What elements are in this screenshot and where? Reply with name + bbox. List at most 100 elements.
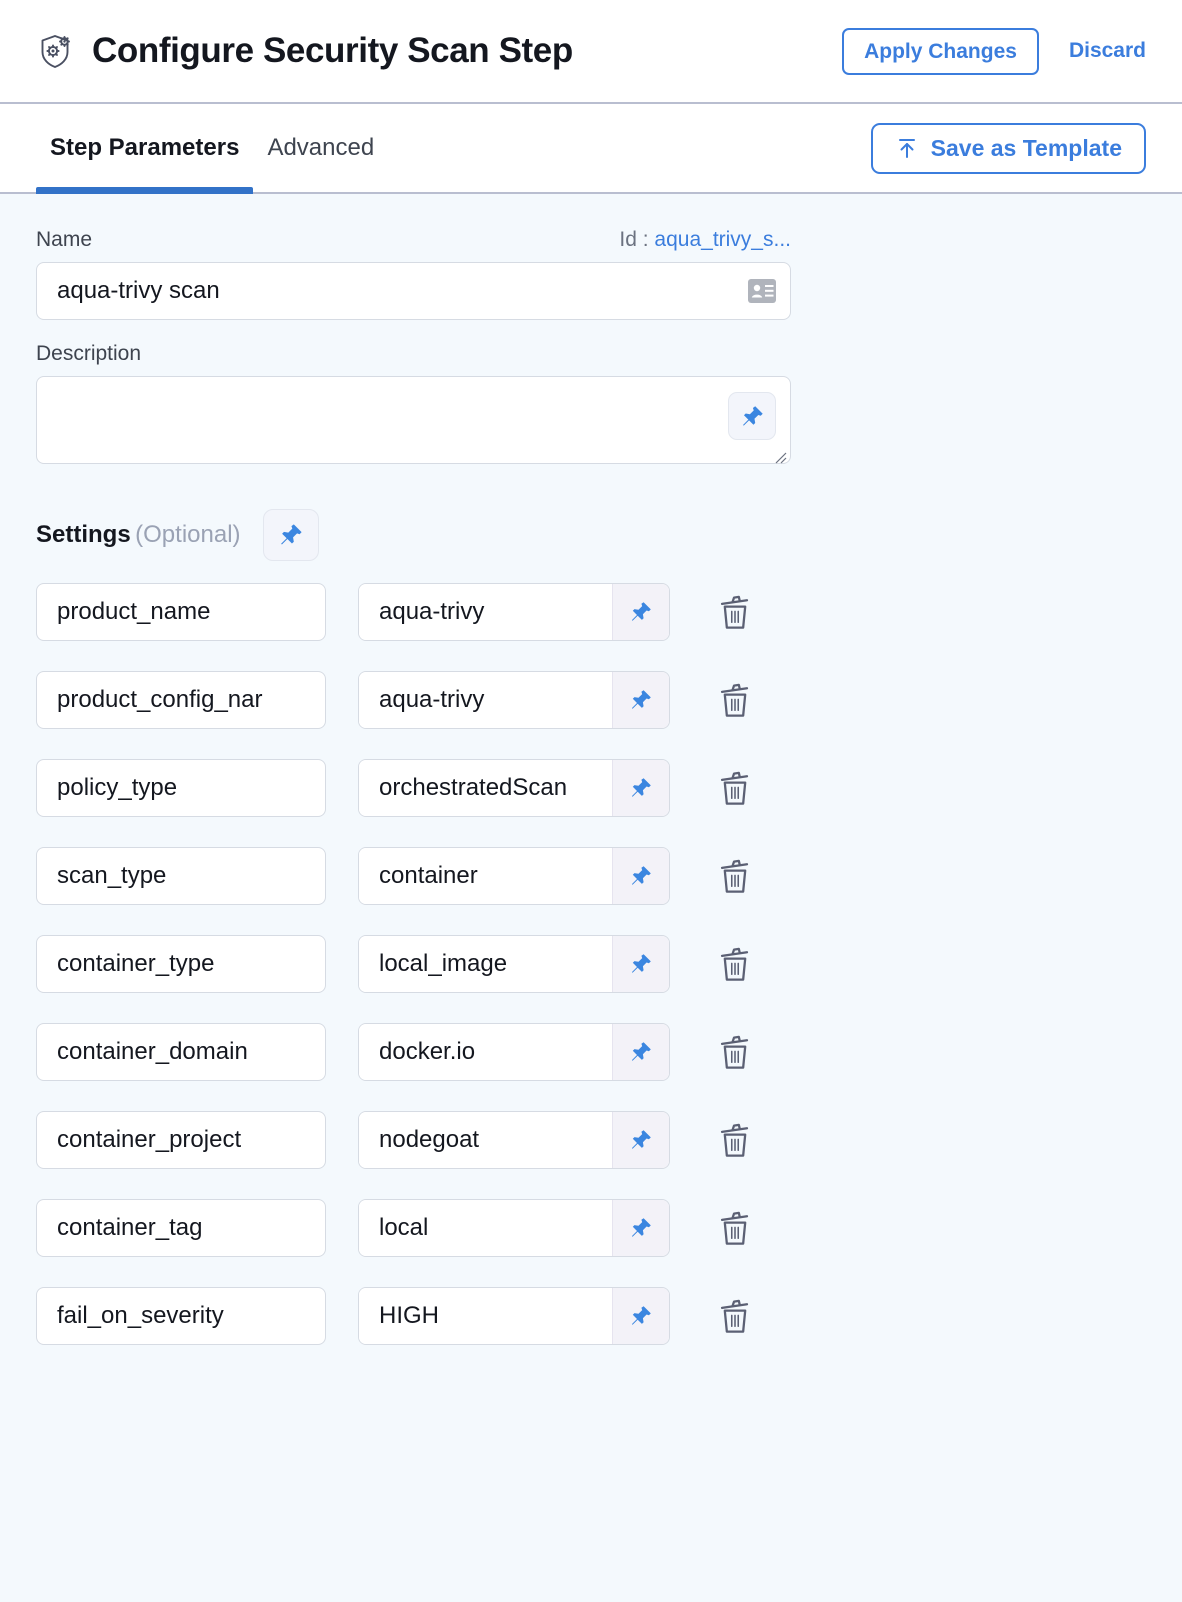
tab-bar: Step Parameters Advanced Save as Templat…: [0, 104, 1182, 194]
setting-pin-button[interactable]: [612, 760, 669, 816]
tab-list: Step Parameters Advanced: [36, 104, 388, 194]
id-value-link[interactable]: aqua_trivy_s...: [654, 228, 791, 251]
setting-value-group: [358, 847, 670, 905]
name-input-wrap: [36, 262, 791, 320]
setting-delete-button[interactable]: [714, 853, 756, 899]
setting-value-group: [358, 759, 670, 817]
setting-value-input[interactable]: [359, 1288, 612, 1344]
setting-pin-button[interactable]: [612, 1200, 669, 1256]
setting-value-group: [358, 935, 670, 993]
tab-step-parameters[interactable]: Step Parameters: [36, 104, 254, 194]
setting-key-input[interactable]: [36, 583, 326, 641]
save-as-template-label: Save as Template: [930, 134, 1122, 161]
setting-pin-button[interactable]: [612, 1112, 669, 1168]
setting-delete-button[interactable]: [714, 1029, 756, 1075]
setting-value-input[interactable]: [359, 584, 612, 640]
setting-value-group: [358, 1287, 670, 1345]
trash-icon: [718, 594, 752, 630]
setting-delete-button[interactable]: [714, 1293, 756, 1339]
name-input[interactable]: [36, 262, 791, 320]
id-card-icon[interactable]: [747, 278, 777, 304]
setting-row: [36, 1111, 1146, 1169]
setting-row: [36, 1023, 1146, 1081]
setting-value-input[interactable]: [359, 1024, 612, 1080]
setting-row: [36, 671, 1146, 729]
setting-delete-button[interactable]: [714, 677, 756, 723]
setting-value-group: [358, 1111, 670, 1169]
settings-title-group: Settings (Optional): [36, 521, 241, 549]
setting-row: [36, 1199, 1146, 1257]
page-title: Configure Security Scan Step: [92, 31, 573, 70]
name-label: Name: [36, 228, 93, 251]
setting-row: [36, 759, 1146, 817]
setting-delete-button[interactable]: [714, 941, 756, 987]
setting-key-input[interactable]: [36, 759, 326, 817]
setting-pin-button[interactable]: [612, 936, 669, 992]
name-field-header: Name Id : aqua_trivy_s...: [36, 228, 791, 252]
trash-icon: [718, 770, 752, 806]
pushpin-icon: [740, 404, 765, 429]
pushpin-icon: [629, 688, 653, 712]
setting-key-input[interactable]: [36, 1023, 326, 1081]
setting-row: [36, 847, 1146, 905]
trash-icon: [718, 946, 752, 982]
description-pin-button[interactable]: [728, 392, 776, 440]
trash-icon: [718, 858, 752, 894]
tab-advanced[interactable]: Advanced: [253, 104, 388, 192]
pushpin-icon: [629, 1304, 653, 1328]
settings-rows: [36, 583, 1146, 1345]
settings-pin-button[interactable]: [262, 509, 319, 561]
pushpin-icon: [629, 864, 653, 888]
app-header: Configure Security Scan Step Apply Chang…: [0, 0, 1182, 104]
setting-value-group: [358, 583, 670, 641]
setting-key-input[interactable]: [36, 935, 326, 993]
setting-delete-button[interactable]: [714, 1205, 756, 1251]
form-content: Name Id : aqua_trivy_s... Des: [0, 194, 1182, 1345]
apply-changes-button[interactable]: Apply Changes: [842, 27, 1039, 75]
setting-pin-button[interactable]: [612, 848, 669, 904]
setting-pin-button[interactable]: [612, 1024, 669, 1080]
discard-button[interactable]: Discard: [1069, 39, 1146, 63]
setting-delete-button[interactable]: [714, 589, 756, 635]
setting-key-input[interactable]: [36, 1199, 326, 1257]
settings-header: Settings (Optional): [36, 509, 1146, 561]
setting-key-input[interactable]: [36, 1111, 326, 1169]
setting-key-input[interactable]: [36, 1287, 326, 1345]
setting-value-group: [358, 671, 670, 729]
setting-value-input[interactable]: [359, 848, 612, 904]
settings-title: Settings: [36, 521, 131, 548]
description-input-wrap: [36, 376, 791, 469]
setting-pin-button[interactable]: [612, 1288, 669, 1344]
shield-gear-icon: [36, 31, 76, 71]
save-as-template-button[interactable]: Save as Template: [870, 122, 1146, 174]
setting-value-input[interactable]: [359, 1112, 612, 1168]
id-label: Id :: [619, 228, 649, 251]
pushpin-icon: [629, 600, 653, 624]
setting-delete-button[interactable]: [714, 1117, 756, 1163]
description-textarea[interactable]: [36, 376, 791, 464]
setting-row: [36, 935, 1146, 993]
setting-value-input[interactable]: [359, 936, 612, 992]
trash-icon: [718, 1210, 752, 1246]
setting-key-input[interactable]: [36, 847, 326, 905]
pushpin-icon: [629, 776, 653, 800]
setting-delete-button[interactable]: [714, 765, 756, 811]
description-label: Description: [36, 342, 142, 365]
setting-value-input[interactable]: [359, 760, 612, 816]
setting-key-input[interactable]: [36, 671, 326, 729]
trash-icon: [718, 1298, 752, 1334]
settings-optional-label: (Optional): [135, 521, 241, 548]
pushpin-icon: [278, 522, 304, 548]
setting-value-input[interactable]: [359, 672, 612, 728]
setting-pin-button[interactable]: [612, 584, 669, 640]
description-field-block: Description: [36, 342, 1146, 469]
pushpin-icon: [629, 1216, 653, 1240]
name-field-block: Name Id : aqua_trivy_s...: [36, 228, 1146, 320]
step-id-line: Id : aqua_trivy_s...: [619, 228, 791, 252]
trash-icon: [718, 1034, 752, 1070]
setting-pin-button[interactable]: [612, 672, 669, 728]
setting-value-group: [358, 1023, 670, 1081]
trash-icon: [718, 1122, 752, 1158]
description-field-header: Description: [36, 342, 791, 366]
setting-value-input[interactable]: [359, 1200, 612, 1256]
